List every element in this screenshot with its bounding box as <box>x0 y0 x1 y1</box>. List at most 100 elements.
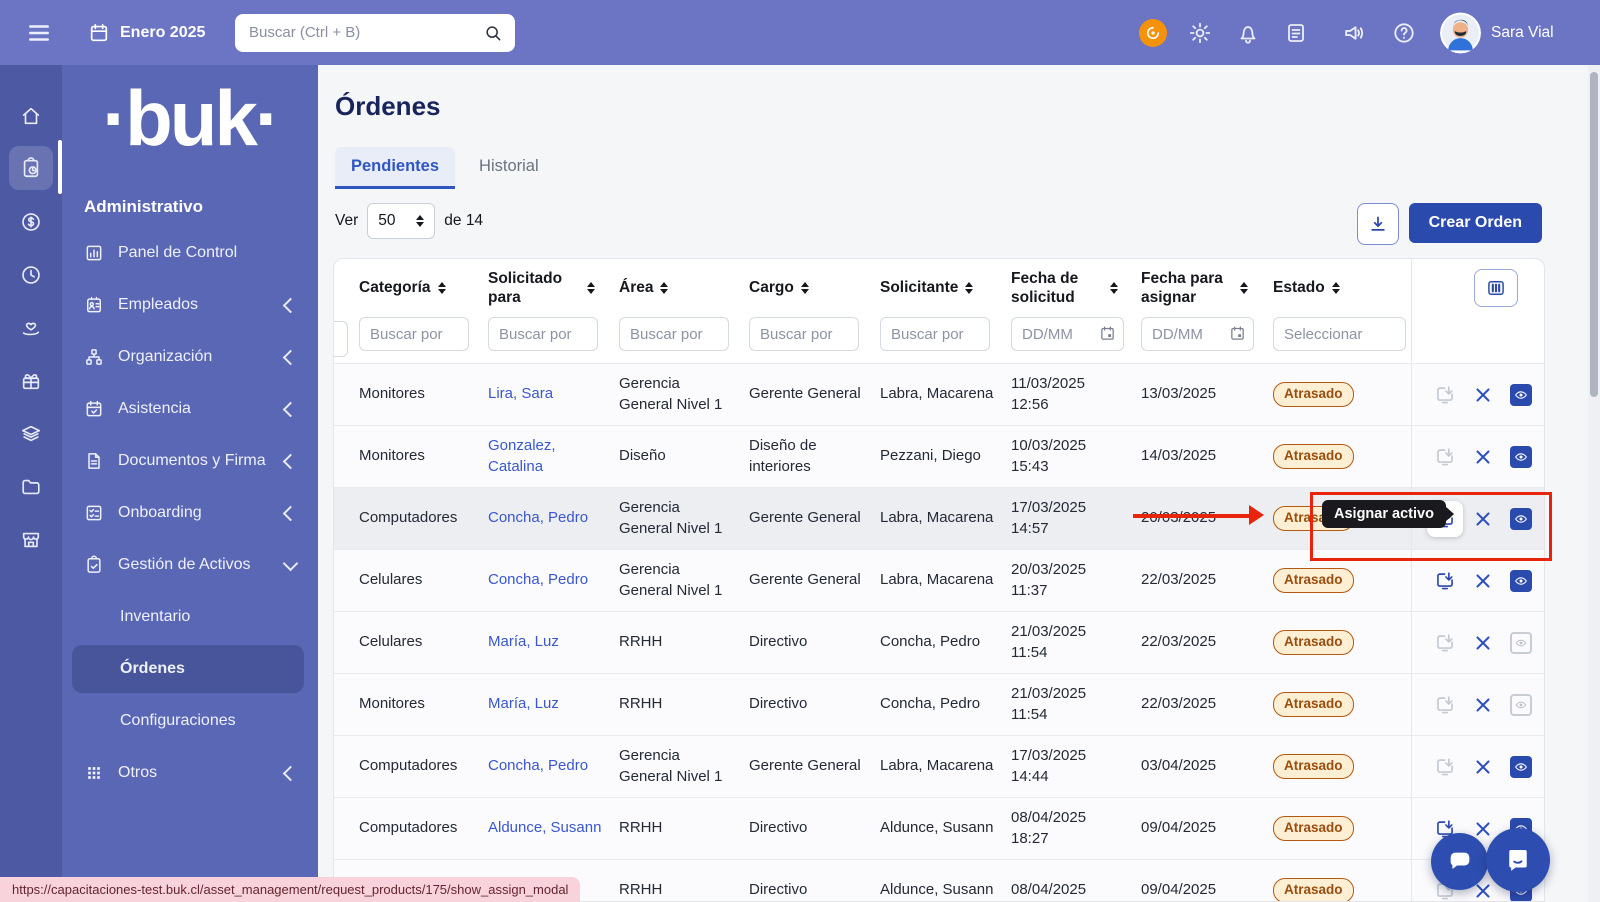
reject-button[interactable] <box>1472 632 1494 654</box>
cell-area: Gerencia General Nivel 1 <box>619 374 749 415</box>
sort-icon[interactable] <box>801 278 809 298</box>
sort-icon[interactable] <box>587 278 595 298</box>
export-button[interactable] <box>1357 203 1399 245</box>
assign-asset-button[interactable] <box>1434 694 1456 716</box>
filter-input-categoria[interactable] <box>359 317 469 351</box>
filter-input-cargo[interactable] <box>749 317 859 351</box>
user-avatar[interactable] <box>1440 12 1481 53</box>
layers-icon <box>20 423 42 445</box>
person-link[interactable]: Concha, Pedro <box>488 509 588 526</box>
person-link[interactable]: Aldunce, Susann <box>488 819 601 836</box>
col-header-solicitante[interactable]: Solicitante <box>880 278 1011 298</box>
col-header-cargo[interactable]: Cargo <box>749 278 880 298</box>
sort-icon[interactable] <box>965 278 973 298</box>
assign-asset-button[interactable] <box>1434 570 1456 592</box>
cell-estado: Atrasado <box>1273 444 1411 468</box>
period-selector[interactable]: Enero 2025 <box>88 22 205 44</box>
col-header-estado[interactable]: Estado <box>1273 278 1411 298</box>
reject-button[interactable] <box>1472 694 1494 716</box>
changelog-button[interactable] <box>1284 21 1308 45</box>
col-header-fecha-para-asignar[interactable]: Fecha para asignar <box>1141 269 1273 308</box>
sidebar-item-asistencia[interactable]: Asistencia <box>62 383 318 435</box>
total-label: de 14 <box>444 212 483 230</box>
col-header-fecha-de-solicitud[interactable]: Fecha de solicitud <box>1011 269 1141 308</box>
sidebar-item-empleados[interactable]: Empleados <box>62 279 318 331</box>
rail-item-remunerations[interactable] <box>9 195 53 248</box>
view-details-button[interactable] <box>1510 446 1532 468</box>
rail-item-files[interactable] <box>9 460 53 513</box>
hamburger-menu-button[interactable] <box>26 20 52 46</box>
reject-button[interactable] <box>1472 570 1494 592</box>
actions-header-cell <box>1411 259 1545 317</box>
reject-button[interactable] <box>1472 384 1494 406</box>
sidebar-item-panel-de-control[interactable]: Panel de Control <box>62 227 318 279</box>
assign-asset-button[interactable] <box>1434 632 1456 654</box>
rail-item-marketplace[interactable] <box>9 513 53 566</box>
filter-input-area[interactable] <box>619 317 729 351</box>
person-link[interactable]: Gonzalez, Catalina <box>488 437 556 474</box>
rail-item-home[interactable] <box>9 89 53 142</box>
view-details-button[interactable] <box>1510 384 1532 406</box>
rail-item-training[interactable] <box>9 407 53 460</box>
person-link[interactable]: María, Luz <box>488 633 559 650</box>
cell-solicitante: Aldunce, Susann <box>880 880 1011 900</box>
assign-asset-button[interactable] <box>1434 446 1456 468</box>
cell-cargo: Directivo <box>749 632 880 652</box>
tab-pendientes[interactable]: Pendientes <box>335 147 455 189</box>
person-link[interactable]: María, Luz <box>488 695 559 712</box>
sort-icon[interactable] <box>1332 278 1340 298</box>
announcements-button[interactable] <box>1342 20 1367 45</box>
settings-button[interactable] <box>1188 21 1212 45</box>
sidebar-subitem-configuraciones[interactable]: Configuraciones <box>62 695 318 747</box>
support-chat-button[interactable] <box>1486 828 1550 892</box>
table-row: MonitoresMaría, LuzRRHHDirectivoConcha, … <box>334 673 1544 735</box>
filter-input-solicitante[interactable] <box>880 317 990 351</box>
sidebar-item-documentos-y-firma[interactable]: Documentos y Firma <box>62 435 318 487</box>
sort-icon[interactable] <box>660 278 668 298</box>
sidebar-item-otros[interactable]: Otros <box>62 747 318 799</box>
notifications-button[interactable] <box>1236 21 1260 45</box>
col-header-solicitado-para[interactable]: Solicitado para <box>488 269 619 308</box>
search-input[interactable] <box>247 23 483 42</box>
sort-icon[interactable] <box>1110 278 1118 298</box>
view-details-button[interactable] <box>1510 632 1532 654</box>
tab-historial[interactable]: Historial <box>463 147 555 189</box>
filter-input-solicitado-para[interactable] <box>488 317 598 351</box>
create-order-button[interactable]: Crear Orden <box>1409 203 1542 243</box>
view-details-button[interactable] <box>1510 756 1532 778</box>
sidebar-subitem-ordenes[interactable]: Órdenes <box>72 645 304 693</box>
date-input[interactable] <box>1141 317 1254 351</box>
reject-button[interactable] <box>1472 756 1494 778</box>
page-size-select[interactable]: 50 <box>367 203 435 239</box>
rail-item-gifts[interactable] <box>9 354 53 407</box>
date-input[interactable] <box>1011 317 1124 351</box>
person-link[interactable]: Concha, Pedro <box>488 571 588 588</box>
sidebar-item-organizacion[interactable]: Organización <box>62 331 318 383</box>
sidebar-item-gestion-de-activos[interactable]: Gestión de Activos <box>62 539 318 591</box>
sort-icon[interactable] <box>1240 278 1248 298</box>
assign-asset-button[interactable] <box>1434 756 1456 778</box>
gift-icon <box>20 370 42 392</box>
person-link[interactable]: Lira, Sara <box>488 385 553 402</box>
sidebar-item-onboarding[interactable]: Onboarding <box>62 487 318 539</box>
view-details-button[interactable] <box>1510 694 1532 716</box>
buk-academy-button[interactable] <box>1139 19 1167 47</box>
rail-item-time[interactable] <box>9 248 53 301</box>
feedback-chat-button[interactable] <box>1431 833 1488 890</box>
reject-button[interactable] <box>1472 818 1494 840</box>
col-header-categoria[interactable]: Categoría <box>359 278 488 298</box>
search-icon[interactable] <box>483 23 503 43</box>
person-link[interactable]: Concha, Pedro <box>488 757 588 774</box>
assign-asset-button[interactable] <box>1434 384 1456 406</box>
scrollbar-thumb[interactable] <box>1590 72 1598 397</box>
column-settings-button[interactable] <box>1474 269 1518 307</box>
col-header-area[interactable]: Área <box>619 278 749 298</box>
sidebar-subitem-inventario[interactable]: Inventario <box>62 591 318 643</box>
rail-item-asset-tasks[interactable] <box>9 146 53 190</box>
filter-select-estado[interactable]: Seleccionar <box>1273 317 1406 351</box>
rail-item-benefits[interactable] <box>9 301 53 354</box>
view-details-button[interactable] <box>1510 570 1532 592</box>
reject-button[interactable] <box>1472 446 1494 468</box>
help-button[interactable] <box>1392 21 1416 45</box>
sort-icon[interactable] <box>438 278 446 298</box>
